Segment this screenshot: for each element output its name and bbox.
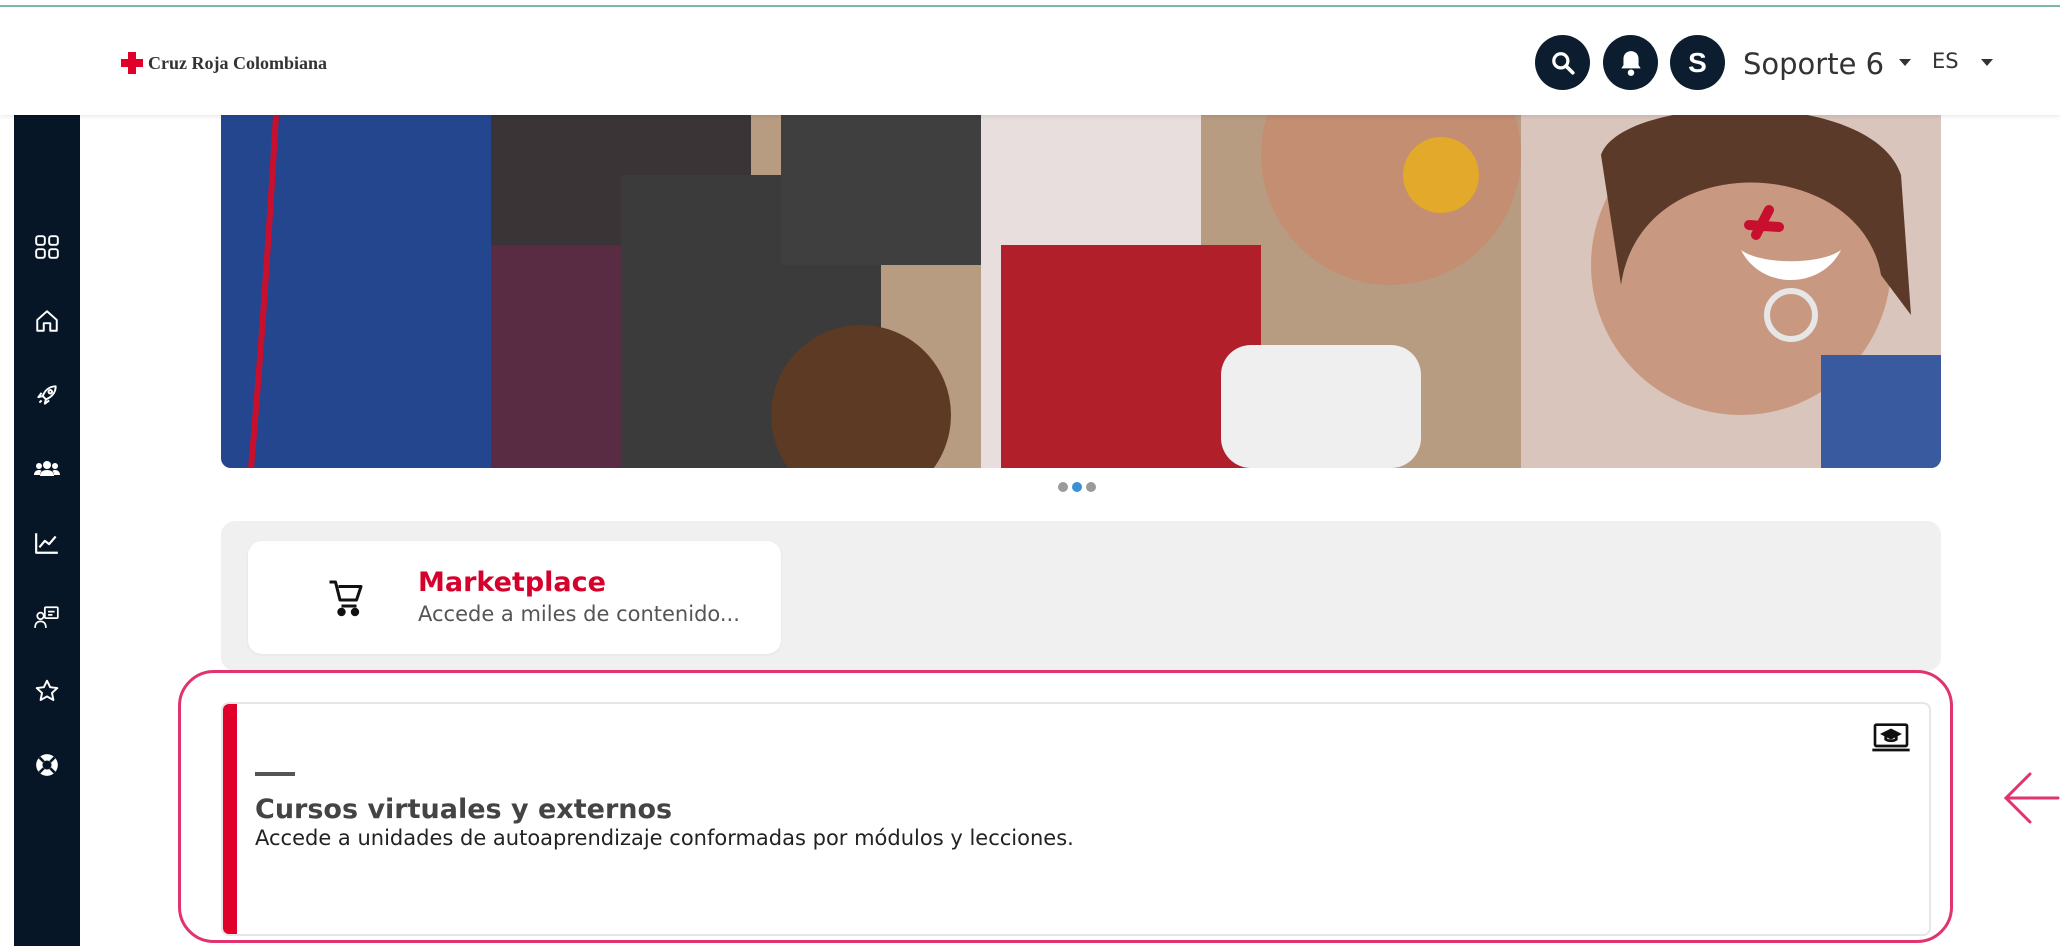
avatar[interactable]: S <box>1670 35 1725 90</box>
sidebar-item-support[interactable] <box>32 750 62 780</box>
logo[interactable]: Cruz Roja Colombiana <box>120 51 327 75</box>
carousel-dot-active[interactable] <box>1072 482 1082 492</box>
sidebar-item-home[interactable] <box>32 306 62 336</box>
language-caret-icon[interactable] <box>1981 59 1993 66</box>
users-icon <box>34 461 60 476</box>
marketplace-subtitle: Accede a miles de contenido... <box>418 602 740 626</box>
carousel-indicators <box>1058 482 1096 492</box>
title-dash <box>255 772 295 776</box>
top-border <box>0 0 2060 7</box>
carousel-dot[interactable] <box>1086 482 1096 492</box>
online-course-icon <box>1872 723 1910 752</box>
avatar-letter: S <box>1688 46 1707 78</box>
notifications-button[interactable] <box>1603 35 1658 90</box>
support-icon <box>36 754 58 776</box>
search-icon <box>1551 51 1575 75</box>
sidebar-item-teaching[interactable] <box>32 602 62 632</box>
courses-card-description: Accede a unidades de autoaprendizaje con… <box>255 826 1074 850</box>
grid-icon <box>35 235 59 259</box>
courses-card[interactable]: Cursos virtuales y externos Accede a uni… <box>221 702 1931 936</box>
marketplace-title: Marketplace <box>418 567 606 598</box>
search-button[interactable] <box>1535 35 1590 90</box>
header: Cruz Roja Colombiana S Soporte 6 ES <box>0 7 2060 115</box>
cart-icon <box>329 580 363 617</box>
card-accent-bar <box>223 704 237 934</box>
sidebar-item-favorites[interactable] <box>32 676 62 706</box>
courses-card-title: Cursos virtuales y externos <box>255 794 673 825</box>
home-icon <box>36 310 58 332</box>
red-cross-icon <box>121 52 143 74</box>
pointer-arrow-icon <box>2003 772 2060 824</box>
sidebar-item-launch[interactable] <box>32 380 62 410</box>
rocket-icon <box>37 385 57 405</box>
sidebar-item-dashboard[interactable] <box>32 232 62 262</box>
logo-text: Cruz Roja Colombiana <box>148 52 327 73</box>
language-selector[interactable]: ES <box>1932 49 1959 73</box>
username[interactable]: Soporte 6 <box>1743 47 1884 81</box>
teacher-icon <box>34 606 59 628</box>
user-menu-caret-icon[interactable] <box>1899 59 1911 66</box>
star-icon <box>35 679 59 701</box>
marketplace-card[interactable]: Marketplace Accede a miles de contenido.… <box>248 541 781 654</box>
sidebar-item-reports[interactable] <box>32 528 62 558</box>
sidebar <box>14 115 80 946</box>
bell-icon <box>1620 50 1641 76</box>
chart-line-icon <box>35 533 58 554</box>
carousel-dot[interactable] <box>1058 482 1068 492</box>
hero-banner-image <box>221 115 1941 468</box>
sidebar-item-community[interactable] <box>32 454 62 484</box>
